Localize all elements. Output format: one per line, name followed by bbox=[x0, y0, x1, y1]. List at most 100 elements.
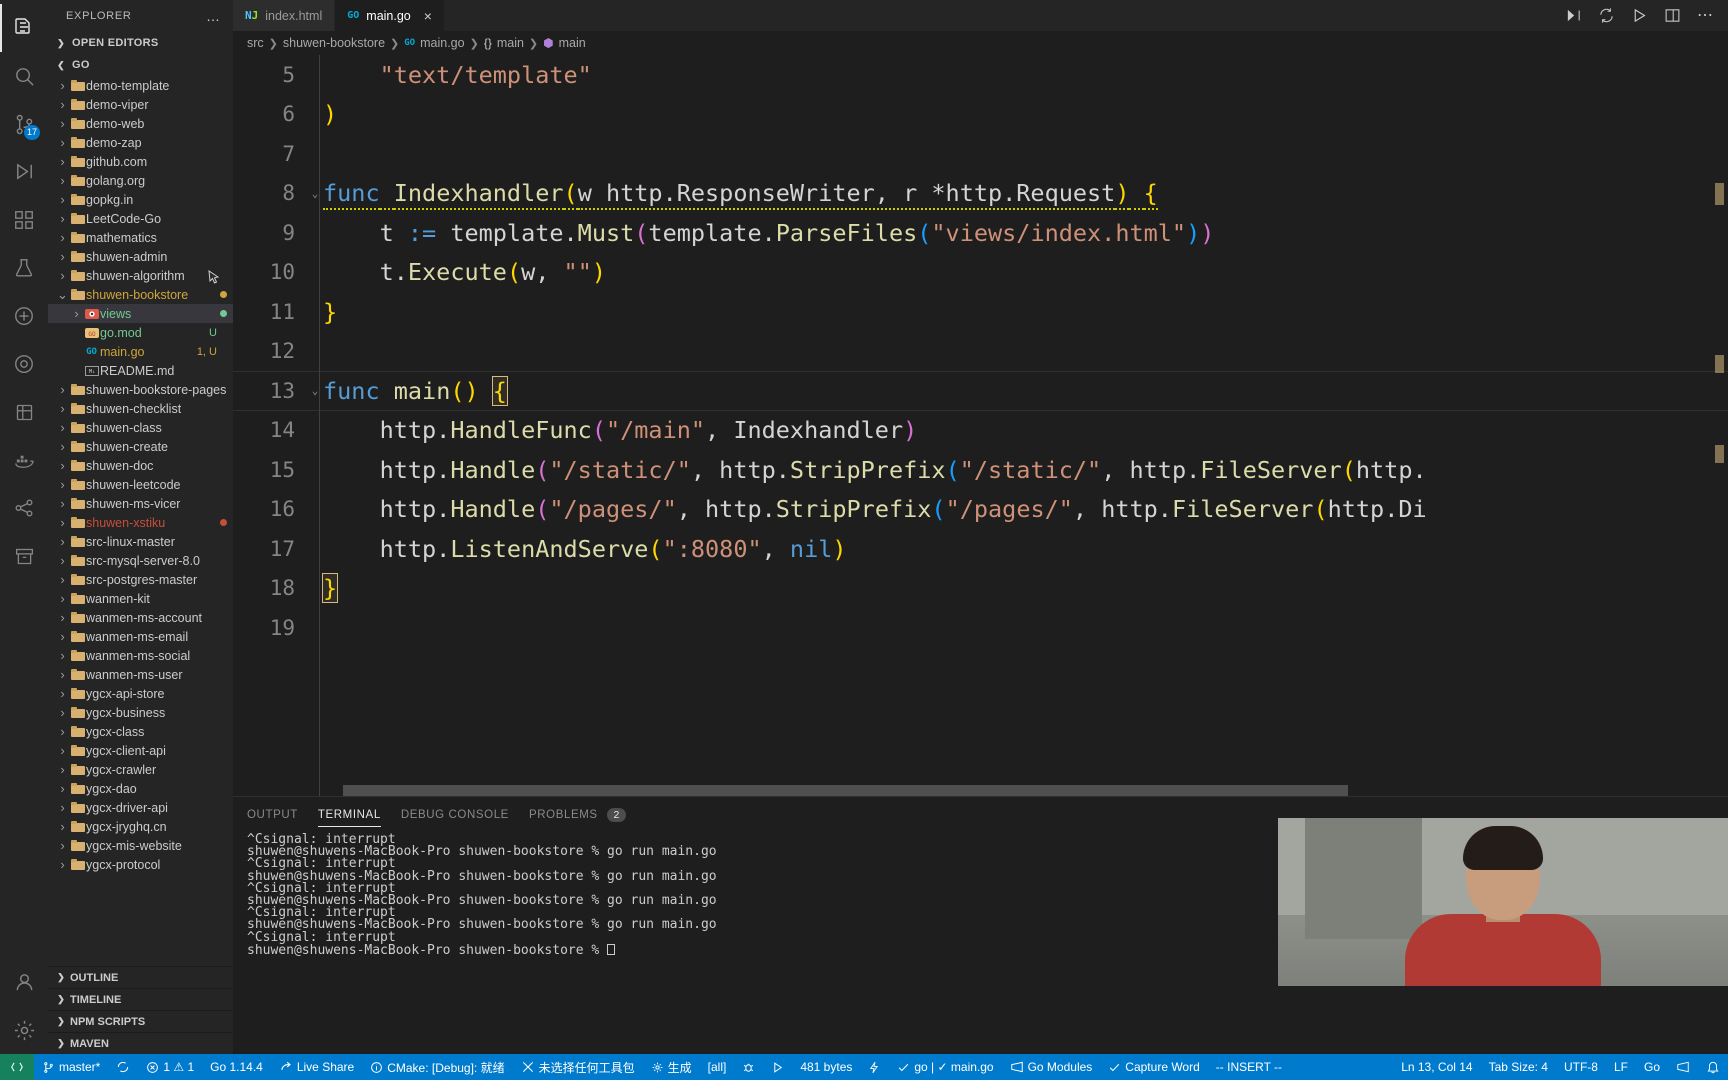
sync-icon[interactable] bbox=[1598, 7, 1615, 24]
tree-item[interactable]: › ygcx-business bbox=[48, 703, 233, 722]
settings-gear-icon[interactable] bbox=[0, 1006, 48, 1054]
tree-item[interactable]: › golang.org bbox=[48, 171, 233, 190]
section-maven[interactable]: ❯ MAVEN bbox=[48, 1032, 233, 1054]
toolkit-status[interactable]: 未选择任何工具包 bbox=[513, 1054, 643, 1080]
code-line[interactable]: 19 bbox=[233, 608, 1728, 648]
tree-item[interactable]: › shuwen-algorithm bbox=[48, 266, 233, 285]
horizontal-scrollbar[interactable] bbox=[343, 785, 1348, 796]
tab-debug-console[interactable]: DEBUG CONSOLE bbox=[401, 801, 509, 829]
tree-item[interactable]: › shuwen-class bbox=[48, 418, 233, 437]
tree-item[interactable]: › ygcx-mis-website bbox=[48, 836, 233, 855]
flask-icon[interactable] bbox=[0, 292, 48, 340]
tree-item[interactable]: › src-postgres-master bbox=[48, 570, 233, 589]
section-npm-scripts[interactable]: ❯ NPM SCRIPTS bbox=[48, 1010, 233, 1032]
tree-item[interactable]: › ygcx-client-api bbox=[48, 741, 233, 760]
explorer-icon[interactable] bbox=[0, 4, 48, 52]
debug-target-status[interactable] bbox=[734, 1054, 763, 1080]
code-line[interactable]: 13 ⌄ func main() { bbox=[233, 371, 1728, 411]
docker-icon[interactable] bbox=[0, 436, 48, 484]
tree-item[interactable]: › ygcx-jryghq.cn bbox=[48, 817, 233, 836]
sidebar-more-icon[interactable]: … bbox=[206, 8, 221, 24]
tree-item[interactable]: › views bbox=[48, 304, 233, 323]
archive-icon[interactable] bbox=[0, 532, 48, 580]
code-line[interactable]: 8 ⌄ func Indexhandler(w http.ResponseWrite… bbox=[233, 174, 1728, 214]
code-line[interactable]: 11} bbox=[233, 292, 1728, 332]
tree-item[interactable]: › demo-template bbox=[48, 76, 233, 95]
tree-item[interactable]: GO go.mod U bbox=[48, 323, 233, 342]
code-line[interactable]: 17 http.ListenAndServe(":8080", nil) bbox=[233, 529, 1728, 569]
branch-status[interactable]: master* bbox=[34, 1054, 108, 1080]
tree-item[interactable]: › demo-viper bbox=[48, 95, 233, 114]
go-version-status[interactable]: Go 1.14.4 bbox=[202, 1054, 271, 1080]
tree-item[interactable]: M↓ README.md bbox=[48, 361, 233, 380]
cmake-status[interactable]: CMake: [Debug]: 就绪 bbox=[362, 1054, 512, 1080]
tree-item[interactable]: › gopkg.in bbox=[48, 190, 233, 209]
tree-item[interactable]: › wanmen-ms-account bbox=[48, 608, 233, 627]
tree-item[interactable]: › ygcx-protocol bbox=[48, 855, 233, 874]
cursor-position-status[interactable]: Ln 13, Col 14 bbox=[1393, 1054, 1480, 1080]
tree-item[interactable]: › src-mysql-server-8.0 bbox=[48, 551, 233, 570]
code-line[interactable]: 14 http.HandleFunc("/main", Indexhandler… bbox=[233, 411, 1728, 451]
code-line[interactable]: 5 "text/template" bbox=[233, 55, 1728, 95]
tree-item[interactable]: › shuwen-admin bbox=[48, 247, 233, 266]
breadcrumb-item-symbol[interactable]: main bbox=[559, 36, 586, 50]
file-tree[interactable]: › demo-template › demo-viper › demo-web › demo-… bbox=[48, 76, 233, 966]
breadcrumb-item-file[interactable]: main.go bbox=[420, 36, 464, 50]
code-lines[interactable]: 5 "text/template" 6) 7 8 ⌄ func Indexhandler(… bbox=[233, 55, 1728, 648]
tree-item[interactable]: › ygcx-crawler bbox=[48, 760, 233, 779]
tree-item[interactable]: › shuwen-ms-vicer bbox=[48, 494, 233, 513]
section-outline[interactable]: ❯ OUTLINE bbox=[48, 966, 233, 988]
tree-item[interactable]: › wanmen-ms-social bbox=[48, 646, 233, 665]
share-icon[interactable] bbox=[0, 484, 48, 532]
tree-item[interactable]: › demo-zap bbox=[48, 133, 233, 152]
run-icon[interactable] bbox=[1631, 7, 1648, 24]
tree-item[interactable]: › shuwen-doc bbox=[48, 456, 233, 475]
code-line[interactable]: 16 http.Handle("/pages/", http.StripPref… bbox=[233, 490, 1728, 530]
tree-item[interactable]: › wanmen-kit bbox=[48, 589, 233, 608]
tree-item[interactable]: › ygcx-api-store bbox=[48, 684, 233, 703]
tab-terminal[interactable]: TERMINAL bbox=[317, 801, 381, 829]
section-open-editors[interactable]: ❯ OPEN EDITORS bbox=[48, 32, 233, 54]
notifications-status[interactable] bbox=[1698, 1054, 1728, 1080]
accounts-icon[interactable] bbox=[0, 958, 48, 1006]
tree-item[interactable]: › src-linux-master bbox=[48, 532, 233, 551]
code-line[interactable]: 7 bbox=[233, 134, 1728, 174]
tree-item[interactable]: › shuwen-create bbox=[48, 437, 233, 456]
beaker-icon[interactable] bbox=[0, 244, 48, 292]
breadcrumb-item-src[interactable]: src bbox=[247, 36, 264, 50]
tree-item[interactable]: ⌄ shuwen-bookstore bbox=[48, 285, 233, 304]
code-line[interactable]: 12 bbox=[233, 332, 1728, 372]
build-status[interactable]: 生成 bbox=[643, 1054, 700, 1080]
sync-status[interactable] bbox=[108, 1054, 138, 1080]
live-share-status[interactable]: Live Share bbox=[271, 1054, 362, 1080]
breadcrumb-item-folder[interactable]: shuwen-bookstore bbox=[283, 36, 385, 50]
code-line[interactable]: 18} bbox=[233, 569, 1728, 609]
search-icon[interactable] bbox=[0, 52, 48, 100]
code-line[interactable]: 15 http.Handle("/static/", http.StripPre… bbox=[233, 450, 1728, 490]
lightning-status[interactable] bbox=[860, 1054, 889, 1080]
filesize-status[interactable]: 481 bytes bbox=[792, 1054, 860, 1080]
tree-item[interactable]: GO main.go 1, U bbox=[48, 342, 233, 361]
tab-problems[interactable]: PROBLEMS 2 bbox=[529, 800, 626, 830]
breadcrumb-item-package[interactable]: main bbox=[497, 36, 524, 50]
run-status[interactable] bbox=[763, 1054, 792, 1080]
close-icon[interactable]: × bbox=[424, 8, 432, 24]
tab-size-status[interactable]: Tab Size: 4 bbox=[1481, 1054, 1556, 1080]
encoding-status[interactable]: UTF-8 bbox=[1556, 1054, 1606, 1080]
target-status[interactable]: [all] bbox=[700, 1054, 735, 1080]
code-editor[interactable]: 5 "text/template" 6) 7 8 ⌄ func Indexhandler(… bbox=[233, 55, 1728, 796]
feedback-status[interactable] bbox=[1668, 1054, 1698, 1080]
tree-item[interactable]: › github.com bbox=[48, 152, 233, 171]
tree-item[interactable]: › wanmen-ms-email bbox=[48, 627, 233, 646]
tab-main-go[interactable]: GO main.go × bbox=[335, 0, 445, 31]
go-check-status[interactable]: go | ✓ main.go bbox=[889, 1054, 1001, 1080]
fold-chevron-icon[interactable]: ⌄ bbox=[307, 187, 323, 200]
tree-item[interactable]: › shuwen-leetcode bbox=[48, 475, 233, 494]
breadcrumb[interactable]: src ❯ shuwen-bookstore ❯ GO main.go ❯ {}… bbox=[233, 31, 1728, 55]
section-timeline[interactable]: ❯ TIMELINE bbox=[48, 988, 233, 1010]
tree-item[interactable]: › ygcx-dao bbox=[48, 779, 233, 798]
fold-chevron-icon[interactable]: ⌄ bbox=[307, 384, 323, 397]
remote-indicator[interactable] bbox=[0, 1054, 34, 1080]
code-line[interactable]: 6) bbox=[233, 95, 1728, 135]
tree-item[interactable]: › demo-web bbox=[48, 114, 233, 133]
